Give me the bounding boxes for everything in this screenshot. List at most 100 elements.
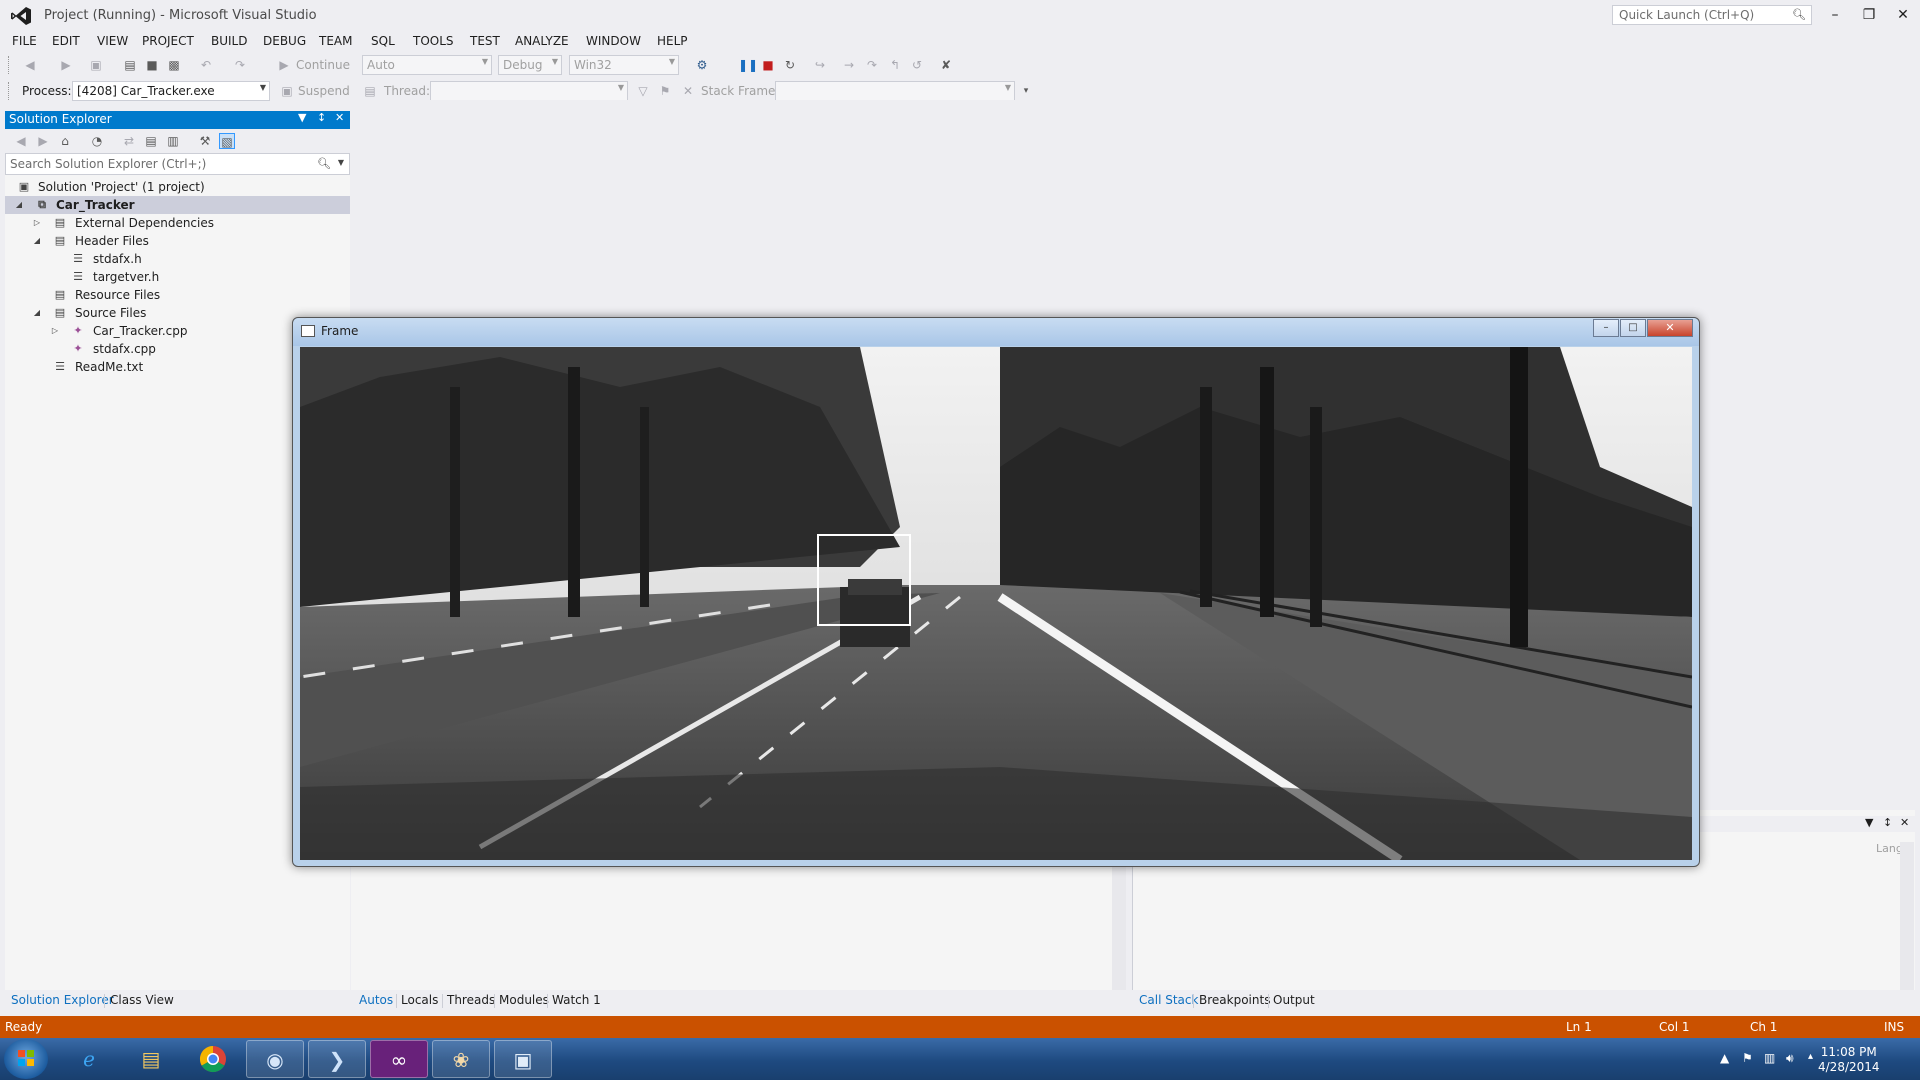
show-next-statement-icon[interactable]: ↪ — [812, 57, 828, 73]
save-all-icon[interactable]: ▩ — [166, 57, 182, 73]
properties-icon[interactable]: ⚒ — [197, 133, 213, 149]
forward-icon[interactable]: ▶ — [35, 133, 51, 149]
menu-debug[interactable]: DEBUG — [263, 34, 306, 48]
tree-item-targetver-h[interactable]: ☰ targetver.h — [5, 268, 350, 286]
network-icon[interactable]: ▥ — [1764, 1051, 1775, 1065]
open-file-icon[interactable]: ▤ — [122, 57, 138, 73]
collapse-all-icon[interactable]: ▤ — [143, 133, 159, 149]
app-icon[interactable]: ◉ — [246, 1040, 304, 1078]
powershell-icon[interactable]: ❯ — [308, 1040, 366, 1078]
menu-test[interactable]: TEST — [470, 34, 500, 48]
platform-combo[interactable]: Win32 ▼ — [569, 55, 679, 75]
filter-icon[interactable]: ▽ — [635, 83, 651, 99]
menu-file[interactable]: FILE — [12, 34, 37, 48]
tab-threads[interactable]: Threads — [447, 993, 495, 1007]
minimize-button[interactable]: – — [1593, 319, 1619, 337]
window-position-icon[interactable]: ▼ — [298, 111, 306, 124]
file-explorer-icon[interactable]: ▤ — [122, 1040, 180, 1078]
frame-app-icon[interactable]: ▣ — [494, 1040, 552, 1078]
collapsed-arrow-icon[interactable]: ▷ — [50, 322, 60, 340]
menu-tools[interactable]: TOOLS — [413, 34, 454, 48]
toolbar-grip[interactable] — [8, 56, 12, 74]
solution-search-input[interactable]: Search Solution Explorer (Ctrl+;) 🔍︎ ▼ — [5, 153, 350, 175]
menu-build[interactable]: BUILD — [211, 34, 247, 48]
home-icon[interactable]: ⌂ — [57, 133, 73, 149]
expanded-arrow-icon[interactable]: ◢ — [32, 304, 42, 322]
tab-output[interactable]: Output — [1273, 993, 1315, 1007]
expanded-arrow-icon[interactable]: ◢ — [32, 232, 42, 250]
new-project-icon[interactable]: ▣ — [88, 57, 104, 73]
stop-icon[interactable]: ■ — [760, 57, 776, 73]
menu-sql[interactable]: SQL — [371, 34, 395, 48]
tab-solution-explorer[interactable]: Solution Explorer — [11, 993, 114, 1007]
maximize-button[interactable]: □ — [1620, 319, 1646, 337]
redo-icon[interactable]: ↷ — [232, 57, 248, 73]
tree-item-stdafx-h[interactable]: ☰ stdafx.h — [5, 250, 350, 268]
menu-project[interactable]: PROJECT — [142, 34, 194, 48]
start-button[interactable] — [4, 1039, 48, 1079]
tree-item-header-files[interactable]: ◢ ▤ Header Files — [5, 232, 350, 250]
suspend-button[interactable]: Suspend — [298, 84, 350, 98]
step-into-icon[interactable]: → — [841, 57, 857, 73]
step-over-icon[interactable]: ↷ — [864, 57, 880, 73]
tab-locals[interactable]: Locals — [401, 993, 438, 1007]
paint-icon[interactable]: ❀ — [432, 1040, 490, 1078]
continue-button[interactable]: Continue — [296, 58, 350, 72]
tree-item-car-tracker[interactable]: ◢ ⧉ Car_Tracker — [5, 196, 350, 214]
notification-icon[interactable]: ▴ — [1808, 1051, 1813, 1062]
internet-explorer-icon[interactable]: ℯ — [60, 1040, 118, 1078]
menu-edit[interactable]: EDIT — [52, 34, 80, 48]
preview-selected-icon[interactable]: ▧ — [219, 133, 235, 149]
frame-title-bar[interactable]: Frame – □ ✕ — [293, 318, 1699, 346]
tab-autos[interactable]: Autos — [359, 993, 393, 1007]
solution-config-combo[interactable]: Debug ▼ — [498, 55, 562, 75]
pin-icon[interactable]: ↕ — [317, 111, 326, 124]
forward-icon[interactable]: ▶ — [58, 57, 74, 73]
close-button[interactable]: ✕ — [1647, 319, 1693, 337]
thread-combo[interactable]: ▼ — [430, 81, 628, 101]
menu-analyze[interactable]: ANALYZE — [515, 34, 569, 48]
save-icon[interactable]: ■ — [144, 57, 160, 73]
tree-item-resource-files[interactable]: ▤ Resource Files — [5, 286, 350, 304]
chrome-icon[interactable] — [184, 1040, 242, 1078]
language-column-header[interactable]: Lang — [1876, 842, 1903, 855]
continue-icon[interactable]: ▶ — [276, 57, 292, 73]
stack-frame-combo[interactable]: ▼ — [775, 81, 1015, 101]
attach-icon[interactable]: ⚙ — [694, 57, 710, 73]
autos-scrollbar[interactable] — [1112, 865, 1126, 990]
tree-item-solution[interactable]: ▣ Solution 'Project' (1 project) — [5, 178, 350, 196]
auto-combo[interactable]: Auto ▼ — [362, 55, 492, 75]
expanded-arrow-icon[interactable]: ◢ — [14, 196, 24, 214]
menu-team[interactable]: TEAM — [319, 34, 352, 48]
pause-icon[interactable]: ❚❚ — [738, 57, 758, 73]
step-out-icon[interactable]: ↰ — [887, 57, 903, 73]
frame-window[interactable]: Frame – □ ✕ — [292, 317, 1700, 867]
menu-window[interactable]: WINDOW — [586, 34, 641, 48]
tab-modules[interactable]: Modules — [499, 993, 549, 1007]
system-clock[interactable]: 11:08 PM 4/28/2014 — [1818, 1045, 1880, 1075]
breakpoints-icon[interactable]: ✘ — [938, 57, 954, 73]
show-hidden-icons-icon[interactable]: ▲ — [1720, 1051, 1729, 1065]
process-combo[interactable]: [4208] Car_Tracker.exe ▼ — [72, 81, 270, 101]
toolbar-grip[interactable] — [8, 82, 12, 100]
hex-display-icon[interactable]: ↺ — [909, 57, 925, 73]
sync-icon[interactable]: ⇄ — [121, 133, 137, 149]
menu-help[interactable]: HELP — [657, 34, 688, 48]
toolbar-options-icon[interactable]: ▾ — [1018, 83, 1034, 99]
show-all-files-icon[interactable]: ▥ — [165, 133, 181, 149]
suspend-icon[interactable]: ▣ — [279, 83, 295, 99]
quick-launch-input[interactable]: Quick Launch (Ctrl+Q) 🔍︎ — [1612, 5, 1812, 25]
restore-button[interactable]: ❐ — [1852, 4, 1886, 26]
action-center-flag-icon[interactable]: ⚑ — [1742, 1051, 1753, 1065]
collapsed-arrow-icon[interactable]: ▷ — [32, 214, 42, 232]
flag-threads-icon[interactable]: ⚑ — [657, 83, 673, 99]
pin-icon[interactable]: ↕ — [1883, 816, 1892, 829]
undo-icon[interactable]: ↶ — [198, 57, 214, 73]
pending-changes-icon[interactable]: ◔ — [89, 133, 105, 149]
tab-watch-1[interactable]: Watch 1 — [552, 993, 601, 1007]
tree-item-external-dependencies[interactable]: ▷ ▤ External Dependencies — [5, 214, 350, 232]
tab-call-stack[interactable]: Call Stack — [1139, 993, 1198, 1007]
call-stack-scrollbar[interactable] — [1900, 842, 1914, 992]
close-icon[interactable]: ✕ — [335, 111, 344, 124]
close-icon[interactable]: ✕ — [1900, 816, 1909, 829]
